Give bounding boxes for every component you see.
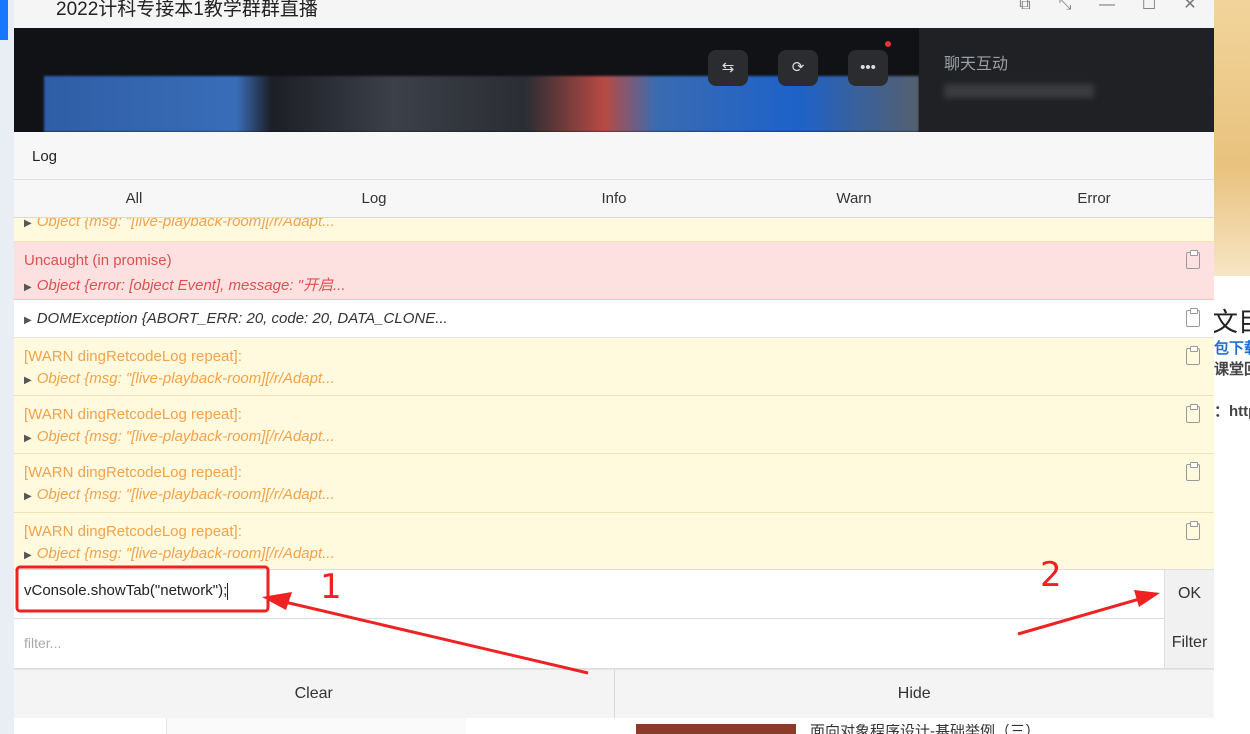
clear-button[interactable]: Clear xyxy=(14,670,614,718)
log-text: Object {msg: "[live-playback-room][/r/Ad… xyxy=(36,545,335,562)
expand-triangle-icon[interactable]: ▶ xyxy=(24,282,32,293)
filter-bar: filter... Filter xyxy=(14,619,1214,669)
window-title: 2022计科专接本1教学群群直播 xyxy=(56,0,318,20)
vconsole-filter-tabs: All Log Info Warn Error xyxy=(14,180,1214,218)
copy-clipboard-icon[interactable] xyxy=(1186,462,1200,481)
background-url-text: ：http xyxy=(1214,403,1250,420)
log-entry-warn[interactable]: [WARN dingRetcodeLog repeat]: ▶ Object {m… xyxy=(14,338,1214,396)
copy-clipboard-icon[interactable] xyxy=(1186,250,1200,269)
log-object[interactable]: ▶ Object {msg: "[live-playback-room][/r/A… xyxy=(24,218,335,230)
log-entry-warn[interactable]: [WARN dingRetcodeLog repeat]: ▶ Object {m… xyxy=(14,513,1214,569)
chat-title: 聊天互动 xyxy=(944,56,1009,73)
log-object[interactable]: ▶ Object {msg: "[live-playback-room][/r/A… xyxy=(24,428,335,445)
pip-icon[interactable]: ⧉ xyxy=(1010,0,1040,14)
log-text: Object {error: [object Event], message: … xyxy=(36,277,346,294)
log-object[interactable]: ▶ Object {error: [object Event], message:… xyxy=(24,274,346,295)
rotate-icon[interactable]: ⟳ xyxy=(778,50,818,86)
expand-triangle-icon[interactable]: ▶ xyxy=(24,550,32,561)
command-bar: vConsole.showTab("network"); OK xyxy=(14,569,1214,619)
expand-triangle-icon[interactable]: ▶ xyxy=(24,315,32,326)
background-thumbnail[interactable] xyxy=(636,724,796,734)
subtitle-icon[interactable]: ⇆ xyxy=(708,50,748,86)
log-entry-error[interactable]: Uncaught (in promise) ▶ Object {error: [o… xyxy=(14,242,1214,300)
background-banner xyxy=(1214,0,1250,276)
log-entry-warn[interactable]: [WARN dingRetcodeLog repeat]: ▶ Object {m… xyxy=(14,396,1214,454)
log-entry-log[interactable]: ▶ DOMException {ABORT_ERR: 20, code: 20, … xyxy=(14,300,1214,338)
maximize-button[interactable]: ☐ xyxy=(1134,0,1164,14)
log-text: Object {msg: "[live-playback-room][/r/Ad… xyxy=(36,428,335,445)
vconsole-bottom-bar: Clear Hide xyxy=(14,669,1214,718)
log-object[interactable]: ▶ Object {msg: "[live-playback-room][/r/A… xyxy=(24,370,335,387)
background-bottom: 面向对象程序设计-基础举例（三） xyxy=(14,718,1214,734)
log-object[interactable]: ▶ Object {msg: "[live-playback-room][/r/A… xyxy=(24,486,335,503)
log-text: Object {msg: "[live-playback-room][/r/Ad… xyxy=(36,218,335,230)
expand-triangle-icon[interactable]: ▶ xyxy=(24,491,32,502)
live-window: 2022计科专接本1教学群群直播 ⧉ ⤡ — ☐ ✕ ⇆ ⟳ ••• 聊天互动 … xyxy=(14,0,1214,718)
background-caption[interactable]: 面向对象程序设计-基础举例（三） xyxy=(810,724,1040,734)
log-text: Object {msg: "[live-playback-room][/r/Ad… xyxy=(36,486,335,503)
chat-panel: 聊天互动 xyxy=(919,28,1214,132)
command-text: vConsole.showTab("network"); xyxy=(24,582,228,599)
log-entry-warn[interactable]: ▶ Object {msg: "[live-playback-room][/r/A… xyxy=(14,218,1214,242)
vconsole-panel: Log All Log Info Warn Error ▶ Object {msg… xyxy=(14,132,1214,718)
log-text: Object {msg: "[live-playback-room][/r/Ad… xyxy=(36,370,335,387)
notification-dot xyxy=(885,41,891,47)
more-icon[interactable]: ••• xyxy=(848,50,888,86)
expand-triangle-icon[interactable]: ▶ xyxy=(24,375,32,386)
filter-button[interactable]: Filter xyxy=(1164,619,1214,668)
log-object[interactable]: ▶ DOMException {ABORT_ERR: 20, code: 20, … xyxy=(24,310,448,327)
background-text: 课堂回 xyxy=(1214,361,1250,378)
log-message: [WARN dingRetcodeLog repeat]: xyxy=(24,348,242,365)
log-message: [WARN dingRetcodeLog repeat]: xyxy=(24,464,242,481)
command-input[interactable]: vConsole.showTab("network"); xyxy=(24,582,229,600)
hide-button[interactable]: Hide xyxy=(613,670,1215,718)
background-right-panel: 文目 包下载 课堂回 ：http xyxy=(1212,0,1250,734)
log-message: [WARN dingRetcodeLog repeat]: xyxy=(24,406,242,423)
filter-input[interactable]: filter... xyxy=(24,635,61,651)
copy-clipboard-icon[interactable] xyxy=(1186,521,1200,540)
background-left-strip xyxy=(0,0,14,734)
close-button[interactable]: ✕ xyxy=(1175,0,1205,14)
tab-log-panel[interactable]: Log xyxy=(32,148,57,165)
tab-info[interactable]: Info xyxy=(494,180,734,217)
ok-button[interactable]: OK xyxy=(1164,570,1214,619)
blurred-chat-text xyxy=(944,84,1094,98)
video-area[interactable]: ⇆ ⟳ ••• xyxy=(14,28,919,132)
copy-clipboard-icon[interactable] xyxy=(1186,346,1200,365)
background-link[interactable]: 包下载 xyxy=(1214,337,1250,358)
browser-tab-indicator xyxy=(0,0,8,40)
minimize-button[interactable]: — xyxy=(1092,0,1122,14)
background-heading: 文目 xyxy=(1212,307,1250,337)
log-object[interactable]: ▶ Object {msg: "[live-playback-room][/r/A… xyxy=(24,545,335,562)
log-entry-warn[interactable]: [WARN dingRetcodeLog repeat]: ▶ Object {m… xyxy=(14,454,1214,513)
background-card xyxy=(166,718,466,734)
text-caret xyxy=(227,582,229,600)
window-titlebar: 2022计科专接本1教学群群直播 ⧉ ⤡ — ☐ ✕ xyxy=(14,0,1214,28)
log-message: Uncaught (in promise) xyxy=(24,252,172,269)
copy-clipboard-icon[interactable] xyxy=(1186,404,1200,423)
copy-clipboard-icon[interactable] xyxy=(1186,308,1200,327)
tab-error[interactable]: Error xyxy=(974,180,1214,217)
tab-log[interactable]: Log xyxy=(254,180,494,217)
log-list[interactable]: ▶ Object {msg: "[live-playback-room][/r/A… xyxy=(14,218,1214,569)
log-message: [WARN dingRetcodeLog repeat]: xyxy=(24,523,242,540)
tab-all[interactable]: All xyxy=(14,180,254,217)
expand-triangle-icon[interactable]: ▶ xyxy=(24,218,32,229)
tab-warn[interactable]: Warn xyxy=(734,180,974,217)
log-text: DOMException {ABORT_ERR: 20, code: 20, D… xyxy=(36,310,448,327)
vconsole-topbar: Log xyxy=(14,132,1214,180)
expand-triangle-icon[interactable]: ▶ xyxy=(24,433,32,444)
fullscreen-icon[interactable]: ⤡ xyxy=(1050,0,1080,14)
